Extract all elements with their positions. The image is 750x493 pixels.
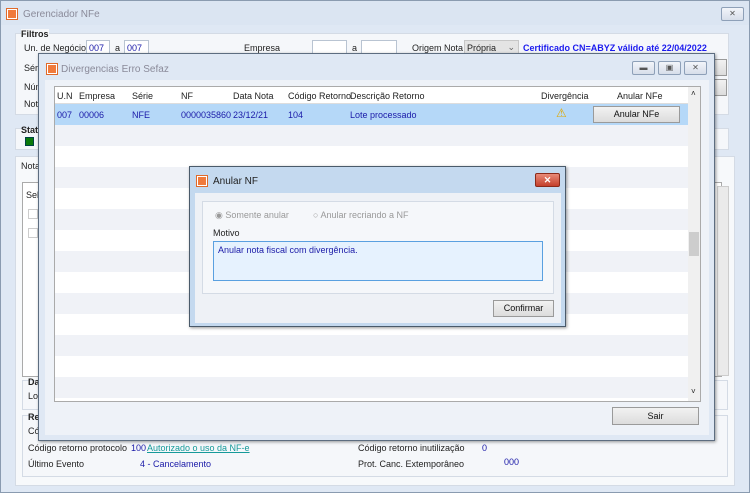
minimize-icon[interactable]: ▬ — [632, 61, 655, 75]
radio-anular-recriando-label: Anular recriando a NF — [320, 210, 409, 220]
cell-descricao: Lote processado — [350, 110, 417, 120]
side-button-1[interactable] — [713, 59, 727, 76]
chevron-down-icon: ⌄ — [507, 42, 515, 52]
app-logo-icon — [197, 176, 207, 186]
prot-canc-label: Prot. Canc. Extemporâneo — [358, 459, 465, 469]
prot-canc-value: 000 — [504, 457, 520, 467]
row-checkbox[interactable] — [28, 209, 38, 219]
cell-nf: 0000035860 — [181, 110, 232, 120]
scroll-down-icon[interactable]: ˅ — [691, 387, 696, 396]
status-title: Stat — [21, 125, 39, 135]
origem-nota-value: Própria — [467, 43, 497, 53]
col-header-descricao: Descrição Retorno — [350, 91, 425, 101]
ultimo-evento-label: Último Evento — [28, 459, 85, 469]
close-icon[interactable]: ✕ — [684, 61, 707, 75]
motivo-label: Motivo — [213, 228, 240, 238]
anular-title: Anular NF — [213, 176, 259, 187]
side-button-2[interactable] — [713, 79, 727, 96]
empresa-label: Empresa — [244, 43, 281, 53]
col-header-anular: Anular NFe — [617, 91, 663, 101]
motivo-textarea[interactable]: Anular nota fiscal com divergência. — [213, 241, 543, 281]
col-header-serie: Série — [132, 91, 154, 101]
main-titlebar: Gerenciador NFe ✕ — [1, 1, 749, 25]
radio-anular-recriando[interactable]: ○ Anular recriando a NF — [313, 210, 409, 220]
close-button[interactable]: ✕ — [535, 173, 560, 187]
sair-button[interactable]: Sair — [612, 407, 699, 425]
radio-checked-icon: ◉ — [215, 210, 223, 220]
grid-scrollbar[interactable]: ˄ ˅ — [688, 87, 700, 401]
radio-unchecked-icon: ○ — [313, 210, 319, 220]
status-indicator — [25, 137, 34, 146]
maximize-icon[interactable]: ▣ — [658, 61, 681, 75]
app-logo-icon — [7, 9, 17, 19]
scroll-up-icon[interactable]: ˄ — [691, 89, 696, 98]
anular-nfe-button[interactable]: Anular NFe — [593, 106, 680, 123]
radio-somente-anular[interactable]: ◉ Somente anular — [215, 210, 289, 221]
empty-row — [55, 335, 688, 356]
empty-row — [55, 125, 688, 146]
close-icon[interactable]: ✕ — [721, 7, 744, 21]
table-row[interactable]: 007 00006 NFE 0000035860 23/12/21 104 Lo… — [55, 104, 688, 125]
empty-row — [55, 377, 688, 398]
un-negocio-label: Un. de Negócio — [24, 43, 87, 53]
cod-ret-protocolo-code: 100 — [131, 443, 147, 453]
cod-ret-protocolo-label: Código retorno protocolo — [28, 443, 128, 453]
col-header-codigo: Código Retorno — [288, 91, 352, 101]
cell-data: 23/12/21 — [233, 110, 269, 120]
a-label: a — [115, 43, 121, 53]
cod-ret-inut-value: 0 — [482, 443, 488, 453]
cell-codigo: 104 — [288, 110, 304, 120]
cell-serie: NFE — [132, 110, 150, 120]
cell-un: 007 — [57, 110, 73, 120]
anular-body: ◉ Somente anular ○ Anular recriando a NF… — [195, 193, 561, 323]
anular-options-group: ◉ Somente anular ○ Anular recriando a NF… — [202, 201, 554, 294]
a-label: a — [352, 43, 358, 53]
filtros-title: Filtros — [21, 29, 49, 39]
app-logo-icon — [47, 64, 57, 74]
main-window-title: Gerenciador NFe — [23, 9, 100, 20]
cell-empresa: 00006 — [79, 110, 105, 120]
cod-ret-protocolo-link[interactable]: Autorizado o uso da NF-e — [147, 443, 250, 453]
certificado-text: Certificado CN=ABYZ válido até 22/04/202… — [523, 43, 707, 53]
col-header-un: U.N — [57, 91, 73, 101]
confirmar-button[interactable]: Confirmar — [493, 300, 554, 317]
col-header-data: Data Nota — [233, 91, 274, 101]
origem-nota-label: Origem Nota — [412, 43, 464, 53]
notas-grid-scrollbar[interactable] — [717, 186, 729, 376]
divergencias-title: Divergencias Erro Sefaz — [61, 64, 169, 75]
ultimo-evento-value: 4 - Cancelamento — [140, 459, 212, 469]
anular-nf-dialog: Anular NF ✕ ◉ Somente anular ○ Anular re… — [189, 166, 566, 327]
cod-ret-inut-label: Código retorno inutilização — [358, 443, 465, 453]
row-checkbox[interactable] — [28, 228, 38, 238]
radio-somente-anular-label: Somente anular — [225, 210, 289, 220]
warning-icon: ⚠ — [556, 106, 567, 120]
col-header-nf: NF — [181, 91, 193, 101]
col-header-divergencia: Divergência — [541, 91, 589, 101]
grid-header: U.N Empresa Série NF Data Nota Código Re… — [55, 87, 688, 104]
col-header-empresa: Empresa — [79, 91, 116, 101]
scroll-thumb[interactable] — [689, 232, 699, 256]
